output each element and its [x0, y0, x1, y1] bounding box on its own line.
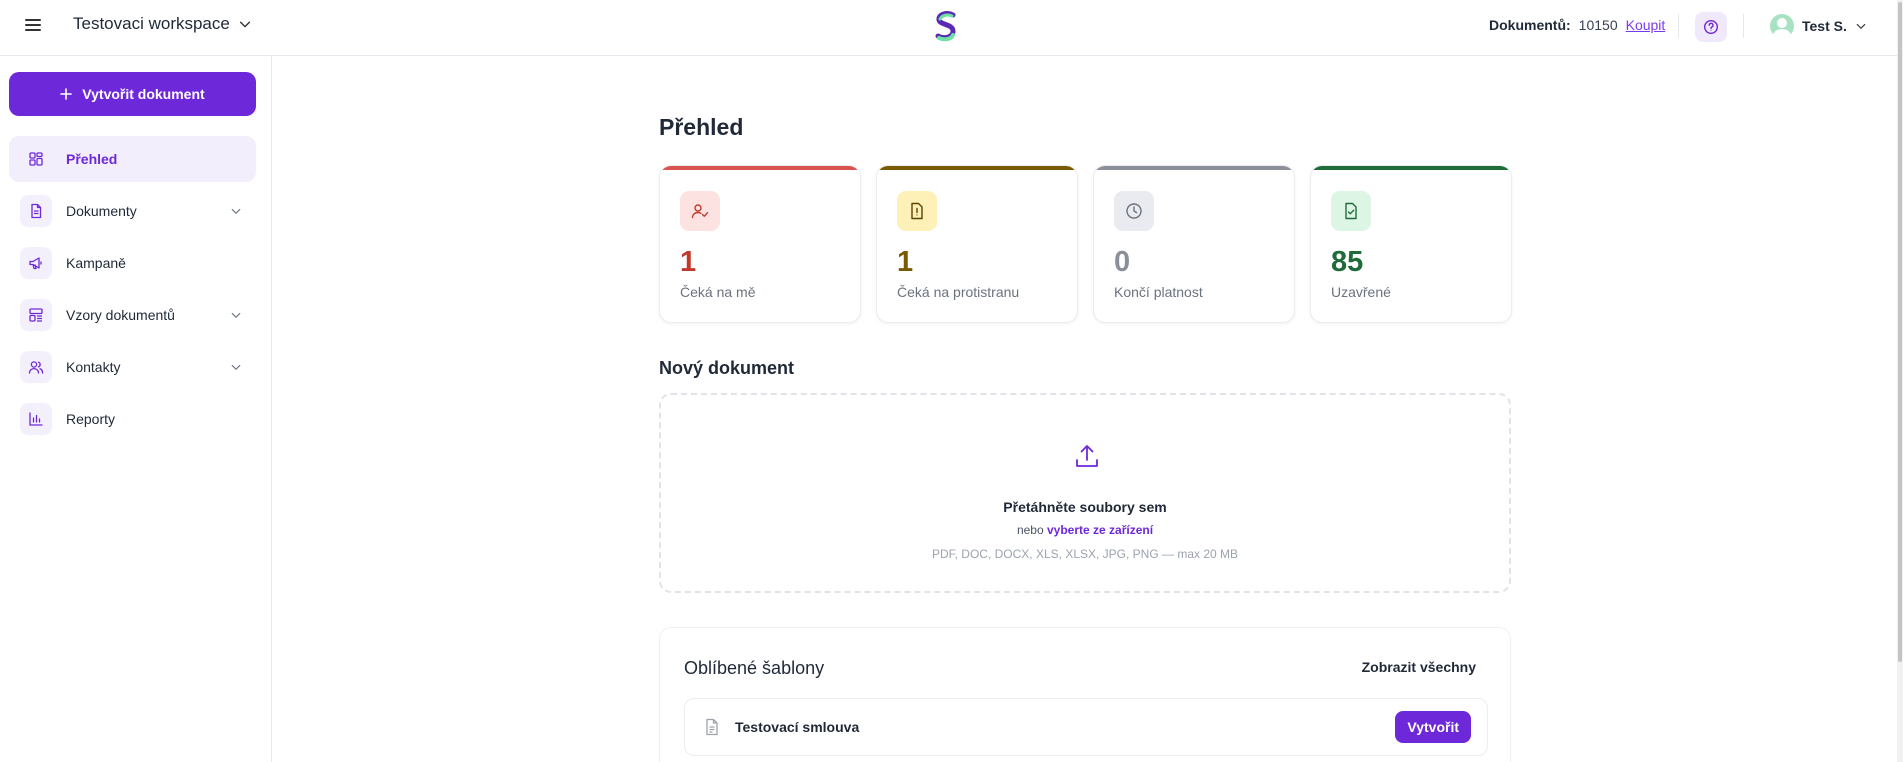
sidebar-item-dokumenty[interactable]: Dokumenty	[9, 188, 256, 234]
sidebar-item-kontakty[interactable]: Kontakty	[9, 344, 256, 390]
file-check-icon	[1331, 191, 1371, 231]
bar-chart-icon	[20, 403, 52, 435]
document-icon	[706, 718, 718, 736]
sidebar-item-label: Reporty	[66, 411, 116, 427]
sidebar-item-label: Dokumenty	[66, 203, 137, 219]
avatar	[1770, 14, 1794, 38]
documents-label: Dokumentů:	[1489, 17, 1571, 33]
template-row[interactable]: Testovací smlouva Vytvořit	[684, 698, 1488, 756]
dropzone-format-hint: PDF, DOC, DOCX, XLS, XLSX, JPG, PNG — ma…	[931, 547, 1239, 561]
sidebar-item-reporty[interactable]: Reporty	[9, 396, 256, 442]
stat-card-waiting-on-me[interactable]: 1 Čeká na mě	[659, 165, 861, 323]
chevron-down-icon	[231, 208, 241, 214]
sidebar-item-label: Přehled	[66, 151, 118, 167]
stat-label: Čeká na protistranu	[897, 284, 1020, 300]
dashboard-icon	[20, 143, 52, 175]
page-scrollbar[interactable]	[1897, 0, 1903, 762]
sidebar: Vytvořit dokument Přehled Dokumenty Kamp…	[0, 56, 272, 762]
chevron-down-icon	[231, 312, 241, 318]
upload-icon	[1076, 445, 1098, 467]
stat-value: 0	[1114, 246, 1131, 278]
file-dropzone[interactable]: Přetáhněte soubory sem nebo vyberte ze z…	[659, 393, 1511, 593]
card-accent-bar	[660, 166, 860, 170]
stat-card-closed[interactable]: 85 Uzavřené	[1310, 165, 1512, 323]
plus-icon	[60, 88, 73, 100]
divider	[1743, 14, 1744, 38]
users-icon	[20, 351, 52, 383]
top-header: Testovaci workspace Dokumentů: 10150 Kou…	[0, 0, 1897, 56]
template-icon	[20, 299, 52, 331]
user-name: Test S.	[1802, 18, 1847, 34]
stat-label: Uzavřené	[1331, 284, 1391, 300]
favorite-templates-heading: Oblíbené šablony	[684, 658, 825, 678]
chevron-down-icon	[231, 364, 241, 370]
pick-from-device-link[interactable]: vyberte ze zařízení	[1047, 523, 1153, 537]
document-credits: Dokumentů: 10150 Koupit	[1489, 17, 1665, 33]
workspace-name: Testovaci workspace	[73, 14, 230, 33]
dropzone-subtitle: nebo vyberte ze zařízení	[661, 523, 1509, 537]
create-document-button[interactable]: Vytvořit dokument	[9, 72, 256, 116]
sidebar-item-label: Vzory dokumentů	[66, 307, 175, 323]
help-icon	[1703, 19, 1719, 35]
help-button[interactable]	[1695, 12, 1727, 42]
page-title: Přehled	[659, 114, 744, 140]
sidebar-item-vzory-dokumentu[interactable]: Vzory dokumentů	[9, 292, 256, 338]
create-from-template-button[interactable]: Vytvořit	[1395, 711, 1471, 743]
chevron-down-icon	[1856, 23, 1866, 29]
chevron-down-icon	[239, 21, 250, 28]
template-name: Testovací smlouva	[735, 719, 860, 735]
create-document-label: Vytvořit dokument	[82, 86, 205, 102]
stat-card-waiting-on-counterparty[interactable]: 1 Čeká na protistranu	[876, 165, 1078, 323]
favorite-templates-panel: Oblíbené šablony Zobrazit všechny Testov…	[659, 627, 1511, 762]
scrollbar-thumb[interactable]	[1898, 2, 1902, 662]
dropzone-title: Přetáhněte soubory sem	[1003, 499, 1167, 515]
clock-icon	[1114, 191, 1154, 231]
file-alert-icon	[897, 191, 937, 231]
or-label: nebo	[1016, 523, 1044, 537]
user-check-icon	[680, 191, 720, 231]
document-icon	[20, 195, 52, 227]
sidebar-item-label: Kampaně	[66, 255, 126, 271]
sidebar-item-label: Kontakty	[66, 359, 121, 375]
stat-value: 1	[897, 246, 914, 278]
stat-label: Končí platnost	[1114, 284, 1203, 300]
workspace-switcher[interactable]: Testovaci workspace	[73, 14, 252, 34]
stat-value: 1	[680, 246, 697, 278]
new-document-heading: Nový dokument	[659, 358, 795, 378]
stat-label: Čeká na mě	[680, 284, 756, 300]
sidebar-item-kampane[interactable]: Kampaně	[9, 240, 256, 286]
menu-icon[interactable]	[25, 17, 41, 33]
megaphone-icon	[20, 247, 52, 279]
card-accent-bar	[1094, 166, 1294, 170]
card-accent-bar	[1311, 166, 1511, 170]
buy-link[interactable]: Koupit	[1626, 17, 1666, 33]
app-logo[interactable]	[931, 10, 961, 44]
documents-count: 10150	[1578, 17, 1618, 33]
show-all-templates-link[interactable]: Zobrazit všechny	[1362, 659, 1476, 675]
stat-card-expiring[interactable]: 0 Končí platnost	[1093, 165, 1295, 323]
divider	[1678, 14, 1679, 38]
user-menu[interactable]: Test S.	[1770, 14, 1867, 38]
stat-value: 85	[1331, 246, 1364, 278]
card-accent-bar	[877, 166, 1077, 170]
sidebar-item-prehled[interactable]: Přehled	[9, 136, 256, 182]
